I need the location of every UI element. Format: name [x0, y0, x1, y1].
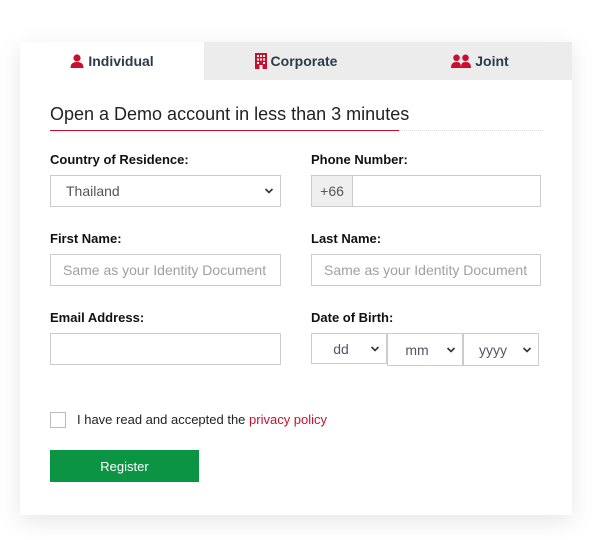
dob-year-select[interactable]: yyyy: [463, 333, 539, 366]
first-name-input[interactable]: [51, 255, 280, 285]
users-icon: [451, 54, 472, 68]
country-select[interactable]: Thailand: [50, 175, 281, 207]
phone-prefix: +66: [312, 176, 354, 206]
dob-month-value: mm: [405, 341, 429, 358]
privacy-policy-link[interactable]: privacy policy: [249, 412, 327, 427]
dob-day-select[interactable]: dd: [311, 333, 387, 364]
email-label: Email Address:: [50, 310, 145, 325]
heading-divider: [399, 130, 543, 131]
form-heading: Open a Demo account in less than 3 minut…: [50, 104, 410, 124]
country-value: Thailand: [66, 183, 120, 199]
chevron-down-icon: [522, 346, 532, 353]
first-name-field: [50, 254, 281, 286]
building-icon: [254, 53, 267, 69]
user-icon: [70, 54, 84, 68]
consent-label: I have read and accepted the: [77, 412, 250, 427]
email-input[interactable]: [51, 334, 280, 364]
last-name-label: Last Name:: [311, 231, 382, 246]
tab-label: Joint: [475, 53, 509, 69]
dob-label: Date of Birth:: [311, 310, 394, 325]
chevron-down-icon: [264, 188, 274, 194]
tab-joint[interactable]: Joint: [388, 42, 572, 80]
register-button[interactable]: Register: [50, 450, 199, 482]
country-label: Country of Residence:: [50, 152, 189, 167]
tab-label: Corporate: [270, 53, 338, 69]
account-type-tabs: Individual Corporate Joint: [20, 42, 572, 80]
dob-year-value: yyyy: [479, 341, 507, 358]
chevron-down-icon: [446, 346, 456, 353]
first-name-label: First Name:: [50, 231, 122, 246]
heading-underline: [50, 130, 399, 131]
phone-input[interactable]: [353, 176, 540, 206]
tab-label: Individual: [88, 53, 154, 69]
last-name-field: [311, 254, 541, 286]
tab-corporate[interactable]: Corporate: [204, 42, 388, 80]
email-field: [50, 333, 281, 365]
registration-card: Individual Corporate Joint Open a Demo a…: [20, 42, 572, 515]
phone-label: Phone Number:: [311, 152, 408, 167]
dob-month-select[interactable]: mm: [387, 333, 463, 366]
dob-day-value: dd: [333, 340, 349, 357]
privacy-checkbox[interactable]: [50, 412, 66, 428]
phone-field: +66: [311, 175, 541, 207]
chevron-down-icon: [370, 345, 380, 352]
consent-text: I have read and accepted the privacy pol…: [77, 412, 327, 427]
last-name-input[interactable]: [312, 255, 540, 285]
tab-individual[interactable]: Individual: [20, 42, 204, 80]
